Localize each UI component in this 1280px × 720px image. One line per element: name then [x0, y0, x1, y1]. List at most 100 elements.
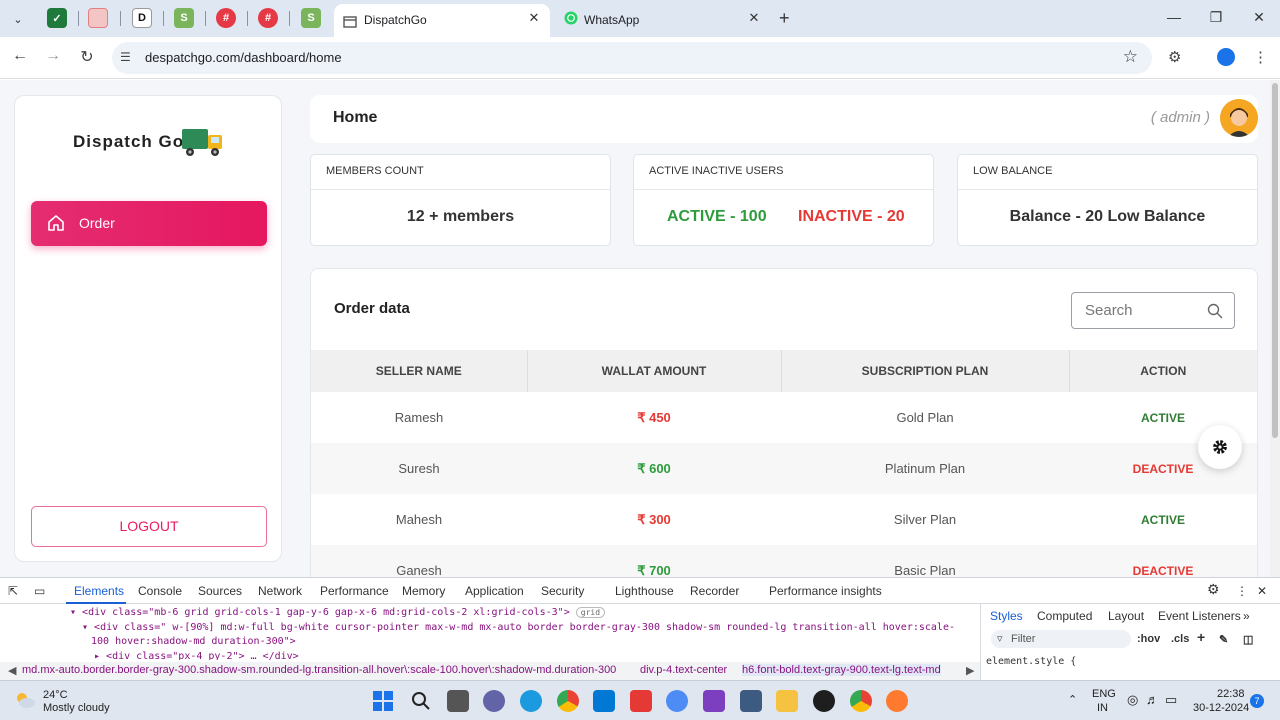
device-toolbar-icon[interactable]: ▭ [34, 584, 45, 598]
restore-icon[interactable]: ❐ [1206, 9, 1226, 26]
task-view-icon[interactable] [447, 690, 469, 712]
winrar-icon[interactable] [703, 690, 725, 712]
inspect-element-icon[interactable]: ⇱ [8, 584, 18, 598]
show-hidden-icons-icon[interactable]: ⌃ [1068, 693, 1077, 706]
forward-icon[interactable]: → [43, 47, 63, 65]
stat-card-members[interactable]: MEMBERS COUNT 12 + members [310, 154, 611, 246]
pinned-tab-2-icon[interactable] [88, 8, 108, 28]
language-region[interactable]: IN [1097, 702, 1108, 714]
tab-search-icon[interactable]: ⌄ [6, 7, 30, 31]
add-style-rule-icon[interactable]: + [1197, 629, 1205, 645]
minimize-icon[interactable]: — [1164, 9, 1184, 25]
close-window-icon[interactable]: ✕ [1249, 9, 1269, 26]
teams-chat-icon[interactable] [483, 690, 505, 712]
scrollbar-thumb[interactable] [1272, 83, 1278, 438]
breadcrumb-item[interactable]: md.mx-auto.border.border-gray-300.shadow… [22, 664, 616, 676]
breadcrumb-item-selected[interactable]: h6.font-bold.text-gray-900.text-lg.text-… [742, 664, 941, 676]
pinned-tab-6-icon[interactable]: # [258, 8, 278, 28]
devtools-tab-performance-insights[interactable]: Performance insights [769, 584, 882, 598]
taskbar-search-icon[interactable] [410, 690, 432, 712]
close-tab-icon[interactable]: ✕ [746, 10, 762, 26]
table-row[interactable]: Ganesh ₹ 700 Basic Plan DEACTIVE [311, 545, 1257, 577]
devtools-tab-sources[interactable]: Sources [198, 584, 242, 598]
close-tab-icon[interactable]: ✕ [526, 10, 542, 26]
snipping-tool-icon[interactable] [740, 690, 762, 712]
table-row[interactable]: Suresh ₹ 600 Platinum Plan DEACTIVE [311, 443, 1257, 494]
page-scrollbar[interactable] [1270, 80, 1280, 577]
devtools-tab-memory[interactable]: Memory [402, 584, 445, 598]
anydesk-icon[interactable] [630, 690, 652, 712]
elements-tree[interactable]: ▾ <div class="mb-6 grid grid-cols-1 gap-… [0, 604, 966, 660]
new-tab-icon[interactable]: + [779, 8, 790, 29]
chrome-profile-icon[interactable] [850, 690, 872, 712]
pinned-tab-5-icon[interactable]: # [216, 8, 236, 28]
styles-tab[interactable]: Styles [990, 609, 1023, 623]
devtools-tab-recorder[interactable]: Recorder [690, 584, 739, 598]
column-header-wallet-amount[interactable]: WALLAT AMOUNT [527, 350, 782, 392]
devtools-tab-console[interactable]: Console [138, 584, 182, 598]
breadcrumb-scroll-right-icon[interactable]: ▶ [966, 664, 974, 677]
stat-card-low-balance[interactable]: LOW BALANCE Balance - 20 Low Balance [957, 154, 1258, 246]
language-code[interactable]: ENG [1092, 688, 1116, 700]
dom-node-line[interactable]: ▾ <div class="mb-6 grid grid-cols-1 gap-… [70, 607, 606, 618]
devtools-tab-application[interactable]: Application [465, 584, 524, 598]
breadcrumb-scroll-left-icon[interactable]: ◀ [8, 664, 16, 677]
avatar[interactable] [1220, 99, 1258, 137]
event-listeners-tab[interactable]: Event Listeners [1158, 609, 1241, 623]
bookmark-star-icon[interactable]: ☆ [1123, 47, 1138, 67]
column-header-action[interactable]: ACTION [1069, 350, 1257, 392]
more-tabs-icon[interactable]: » [1243, 609, 1250, 623]
reload-icon[interactable]: ↻ [77, 47, 97, 67]
weather-cloudy-icon[interactable] [14, 690, 36, 710]
table-row[interactable]: Mahesh ₹ 300 Silver Plan ACTIVE [311, 494, 1257, 545]
volume-icon[interactable]: ♬ [1146, 692, 1159, 707]
sidebar-item-order[interactable]: Order [31, 201, 267, 246]
file-explorer-icon[interactable] [776, 690, 798, 712]
devtools-tab-security[interactable]: Security [541, 584, 584, 598]
cls-toggle[interactable]: .cls [1171, 633, 1189, 645]
devtools-menu-icon[interactable]: ⋮ [1236, 584, 1248, 598]
weather-temperature[interactable]: 24°C [43, 689, 68, 701]
logout-button[interactable]: LOGOUT [31, 506, 267, 547]
search-icon[interactable] [1207, 303, 1223, 319]
dom-node-line[interactable]: 100 hover:shadow-md duration-300"> [91, 636, 296, 647]
computed-styles-icon[interactable]: ✎ [1219, 633, 1228, 646]
status-action-cell[interactable]: ACTIVE [1069, 494, 1257, 545]
extensions-icon[interactable]: ⚙ [1168, 48, 1181, 66]
site-info-icon[interactable]: ☰ [120, 50, 131, 64]
pinned-tab-shopify-icon[interactable]: S [174, 8, 194, 28]
devtools-settings-icon[interactable]: ⚙ [1207, 581, 1220, 598]
dom-node-line[interactable]: ▾ <div class=" w-[90%] md:w-full bg-whit… [82, 622, 955, 633]
close-devtools-icon[interactable]: ✕ [1257, 584, 1267, 598]
clock-date[interactable]: 30-12-2024 [1193, 702, 1249, 714]
menu-kebab-icon[interactable]: ⋮ [1253, 48, 1268, 66]
breadcrumb-item[interactable]: div.p-4.text-center [640, 664, 727, 676]
settings-fab-button[interactable] [1198, 425, 1242, 469]
pinned-tab-1-icon[interactable]: ✓ [47, 8, 67, 28]
layout-tab[interactable]: Layout [1108, 609, 1144, 623]
devtools-tab-lighthouse[interactable]: Lighthouse [615, 584, 674, 598]
sidebar-toggle-icon[interactable]: ◫ [1243, 633, 1253, 646]
notification-badge[interactable]: 7 [1250, 694, 1264, 708]
dom-node-line[interactable]: ▸ <div class="px-4 py-2"> … </div> [94, 651, 299, 660]
column-header-seller-name[interactable]: SELLER NAME [311, 350, 528, 392]
search-input[interactable]: Search [1071, 292, 1235, 329]
table-row[interactable]: Ramesh ₹ 450 Gold Plan ACTIVE [311, 392, 1257, 443]
address-bar[interactable]: ☰ despatchgo.com/dashboard/home ☆ [112, 42, 1152, 74]
tab-dispatchgo[interactable]: DispatchGo ✕ [334, 4, 550, 37]
devtools-tab-performance[interactable]: Performance [320, 584, 389, 598]
chrome-browser-icon[interactable] [557, 690, 579, 712]
back-icon[interactable]: ← [10, 47, 30, 65]
devtools-tab-network[interactable]: Network [258, 584, 302, 598]
battery-icon[interactable]: ▭ [1165, 692, 1177, 708]
app-icon[interactable] [666, 690, 688, 712]
windows-start-icon[interactable] [372, 690, 394, 712]
vscode-icon[interactable] [593, 690, 615, 712]
edge-browser-icon[interactable] [520, 690, 542, 712]
column-header-subscription-plan[interactable]: SUBSCRIPTION PLAN [781, 350, 1070, 392]
network-icon[interactable]: ◎ [1127, 692, 1138, 708]
pinned-tab-3-icon[interactable]: D [132, 8, 152, 28]
stat-card-active-inactive[interactable]: ACTIVE INACTIVE USERS ACTIVE - 100 INACT… [633, 154, 934, 246]
app-icon[interactable] [813, 690, 835, 712]
clock-time[interactable]: 22:38 [1217, 688, 1245, 700]
